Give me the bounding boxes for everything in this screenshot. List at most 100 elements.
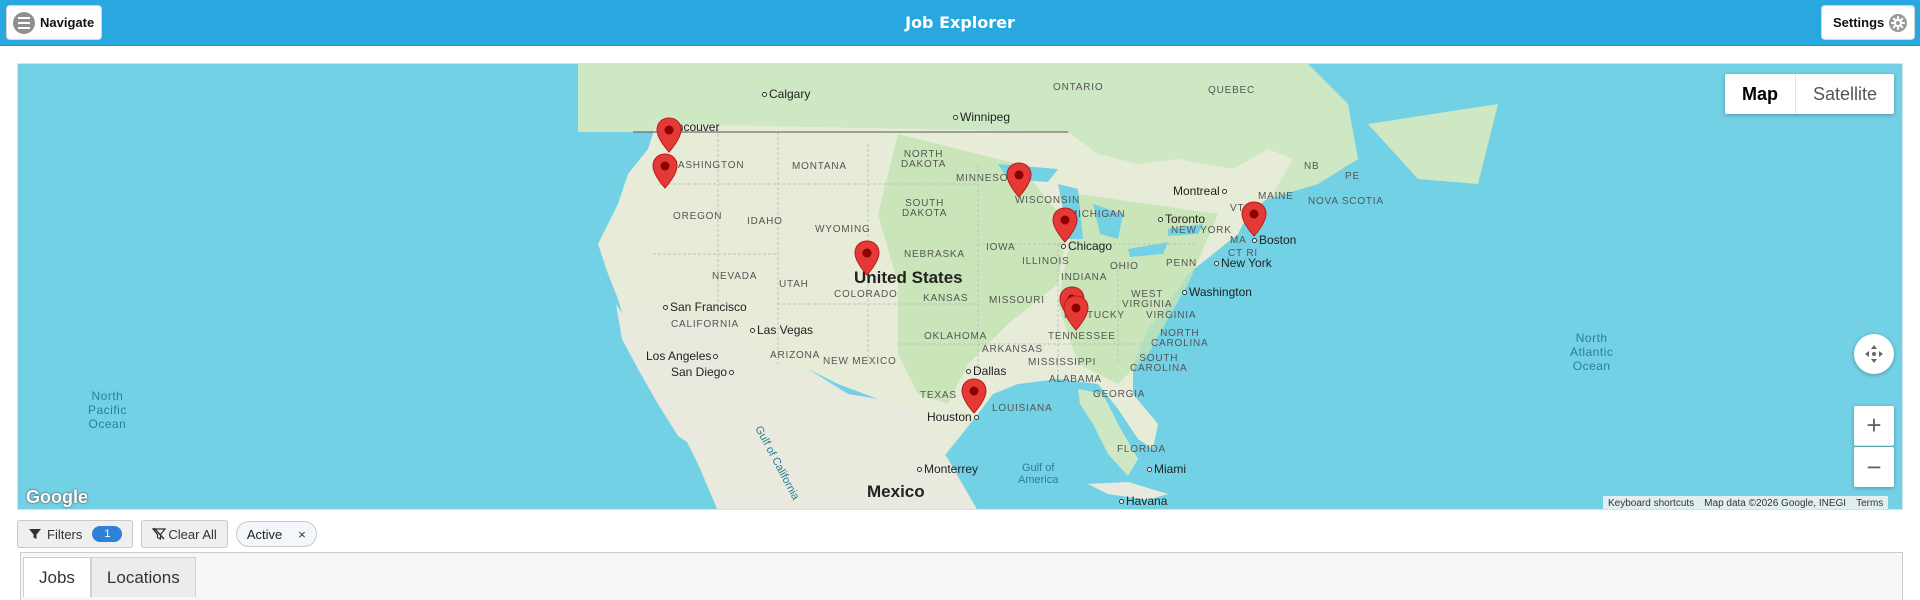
state-label: NEW MEXICO [823,356,897,367]
state-label: MONTANA [792,161,847,172]
state-label: MISSISSIPPI [1028,357,1097,368]
zoom-in-button[interactable]: + [1854,406,1894,446]
state-label: NORTH CAROLINA [1151,328,1209,349]
map-type-satellite-button[interactable]: Satellite [1796,74,1894,114]
street-view-compass-button[interactable] [1854,334,1894,374]
map-type-map-button[interactable]: Map [1725,74,1796,114]
settings-button[interactable]: Settings [1821,5,1915,40]
state-label: WYOMING [815,224,871,235]
state-label: OHIO [1110,261,1139,272]
filter-bar: Filters 1 Clear All Active × [17,520,317,548]
state-label: NORTH DAKOTA [901,149,947,170]
ocean-label: North Pacific Ocean [88,389,127,431]
active-filter-chip: Active × [235,521,317,547]
app-header: Job Explorer Navigate Settings [0,0,1920,46]
minus-icon: − [1866,451,1882,482]
settings-label: Settings [1833,15,1885,30]
plus-icon: + [1866,410,1882,440]
clear-all-label: Clear All [168,526,217,542]
clear-filter-icon [152,527,167,540]
filters-button[interactable]: Filters 1 [17,520,134,548]
state-label: CALIFORNIA [671,319,740,330]
city-label: Havana [1119,495,1167,507]
compass-icon [1865,345,1883,363]
job-location-marker[interactable] [1006,162,1032,198]
state-label: OKLAHOMA [924,331,988,342]
map-attribution: Keyboard shortcuts Map data ©2026 Google… [1603,496,1889,509]
state-label: NEVADA [712,271,758,282]
results-tabs: Jobs Locations [23,557,196,597]
state-label: NOVA SCOTIA [1308,196,1384,207]
filters-count-badge: 1 [92,526,123,542]
job-location-marker[interactable] [1052,207,1078,243]
clear-all-button[interactable]: Clear All [141,520,228,548]
city-label: Miami [1147,463,1186,475]
active-filter-label: Active [246,526,283,542]
state-label: TEXAS [920,390,957,401]
country-label: Mexico [867,482,925,501]
state-label: WEST VIRGINIA [1122,289,1173,310]
state-label: UTAH [779,279,809,290]
state-label: PENN [1166,258,1197,269]
state-label: GEORGIA [1093,389,1146,400]
terms-link[interactable]: Terms [1851,498,1888,509]
state-label: TENNESSEE [1048,331,1116,342]
state-label: ARKANSAS [982,344,1043,355]
job-map[interactable]: Calgary Winnipeg Vancouver ONTARIO QUEBE… [17,63,1903,510]
state-label: PE [1345,171,1360,182]
state-label: VIRGINIA [1146,310,1197,321]
province-label: QUEBEC [1208,85,1256,96]
job-location-marker[interactable] [652,153,678,189]
state-label: WASHINGTON [668,160,745,171]
state-label: MISSOURI [989,295,1045,306]
city-label: Monterrey [917,463,978,475]
state-label: MA [1230,235,1247,246]
state-label: ALABAMA [1049,374,1102,385]
state-label: INDIANA [1061,272,1108,283]
menu-icon [13,11,35,34]
state-label: COLORADO [834,289,898,300]
state-label: NB [1304,161,1320,172]
state-label: ILLINOIS [1022,256,1070,267]
city-label: Winnipeg [953,111,1010,123]
map-basemap [578,64,1498,509]
filter-icon [29,529,41,539]
tab-jobs[interactable]: Jobs [23,557,91,597]
google-logo: Google [26,487,88,507]
job-location-marker[interactable] [1063,295,1089,331]
app-title: Job Explorer [905,13,1015,32]
state-label: IOWA [986,242,1016,253]
job-location-marker[interactable] [961,378,987,414]
state-label: KANSAS [923,293,969,304]
job-location-marker[interactable] [854,240,880,276]
filters-label: Filters [47,526,83,542]
city-label: Washington [1182,286,1252,298]
city-label: San Francisco [663,301,747,313]
keyboard-shortcuts-link[interactable]: Keyboard shortcuts [1603,498,1699,509]
city-label: Montreal [1173,185,1229,197]
water-label: Gulf of America [1018,462,1059,487]
results-panel: Jobs Locations [20,552,1903,600]
province-label: ONTARIO [1053,82,1104,93]
city-label: New York [1214,257,1272,269]
job-location-marker[interactable] [1241,201,1267,237]
gear-icon [1889,13,1908,32]
city-label: Las Vegas [750,324,813,336]
state-label: SOUTH CAROLINA [1130,353,1188,374]
map-data-text: Map data ©2026 Google, INEGI [1704,498,1847,509]
navigate-label: Navigate [40,15,95,30]
ocean-label: North Atlantic Ocean [1570,331,1614,373]
state-label: NEBRASKA [904,249,965,260]
city-label: Calgary [762,88,810,100]
city-label: Toronto [1158,213,1205,225]
job-location-marker[interactable] [656,117,682,153]
state-label: ARIZONA [770,350,821,361]
zoom-out-button[interactable]: − [1854,447,1894,487]
state-label: IDAHO [747,216,783,227]
navigate-button[interactable]: Navigate [6,5,102,40]
state-label: LOUISIANA [992,403,1053,414]
remove-filter-icon[interactable]: × [298,527,306,542]
state-label: OREGON [673,211,723,222]
tab-locations[interactable]: Locations [90,557,196,597]
city-label: Dallas [966,365,1006,377]
